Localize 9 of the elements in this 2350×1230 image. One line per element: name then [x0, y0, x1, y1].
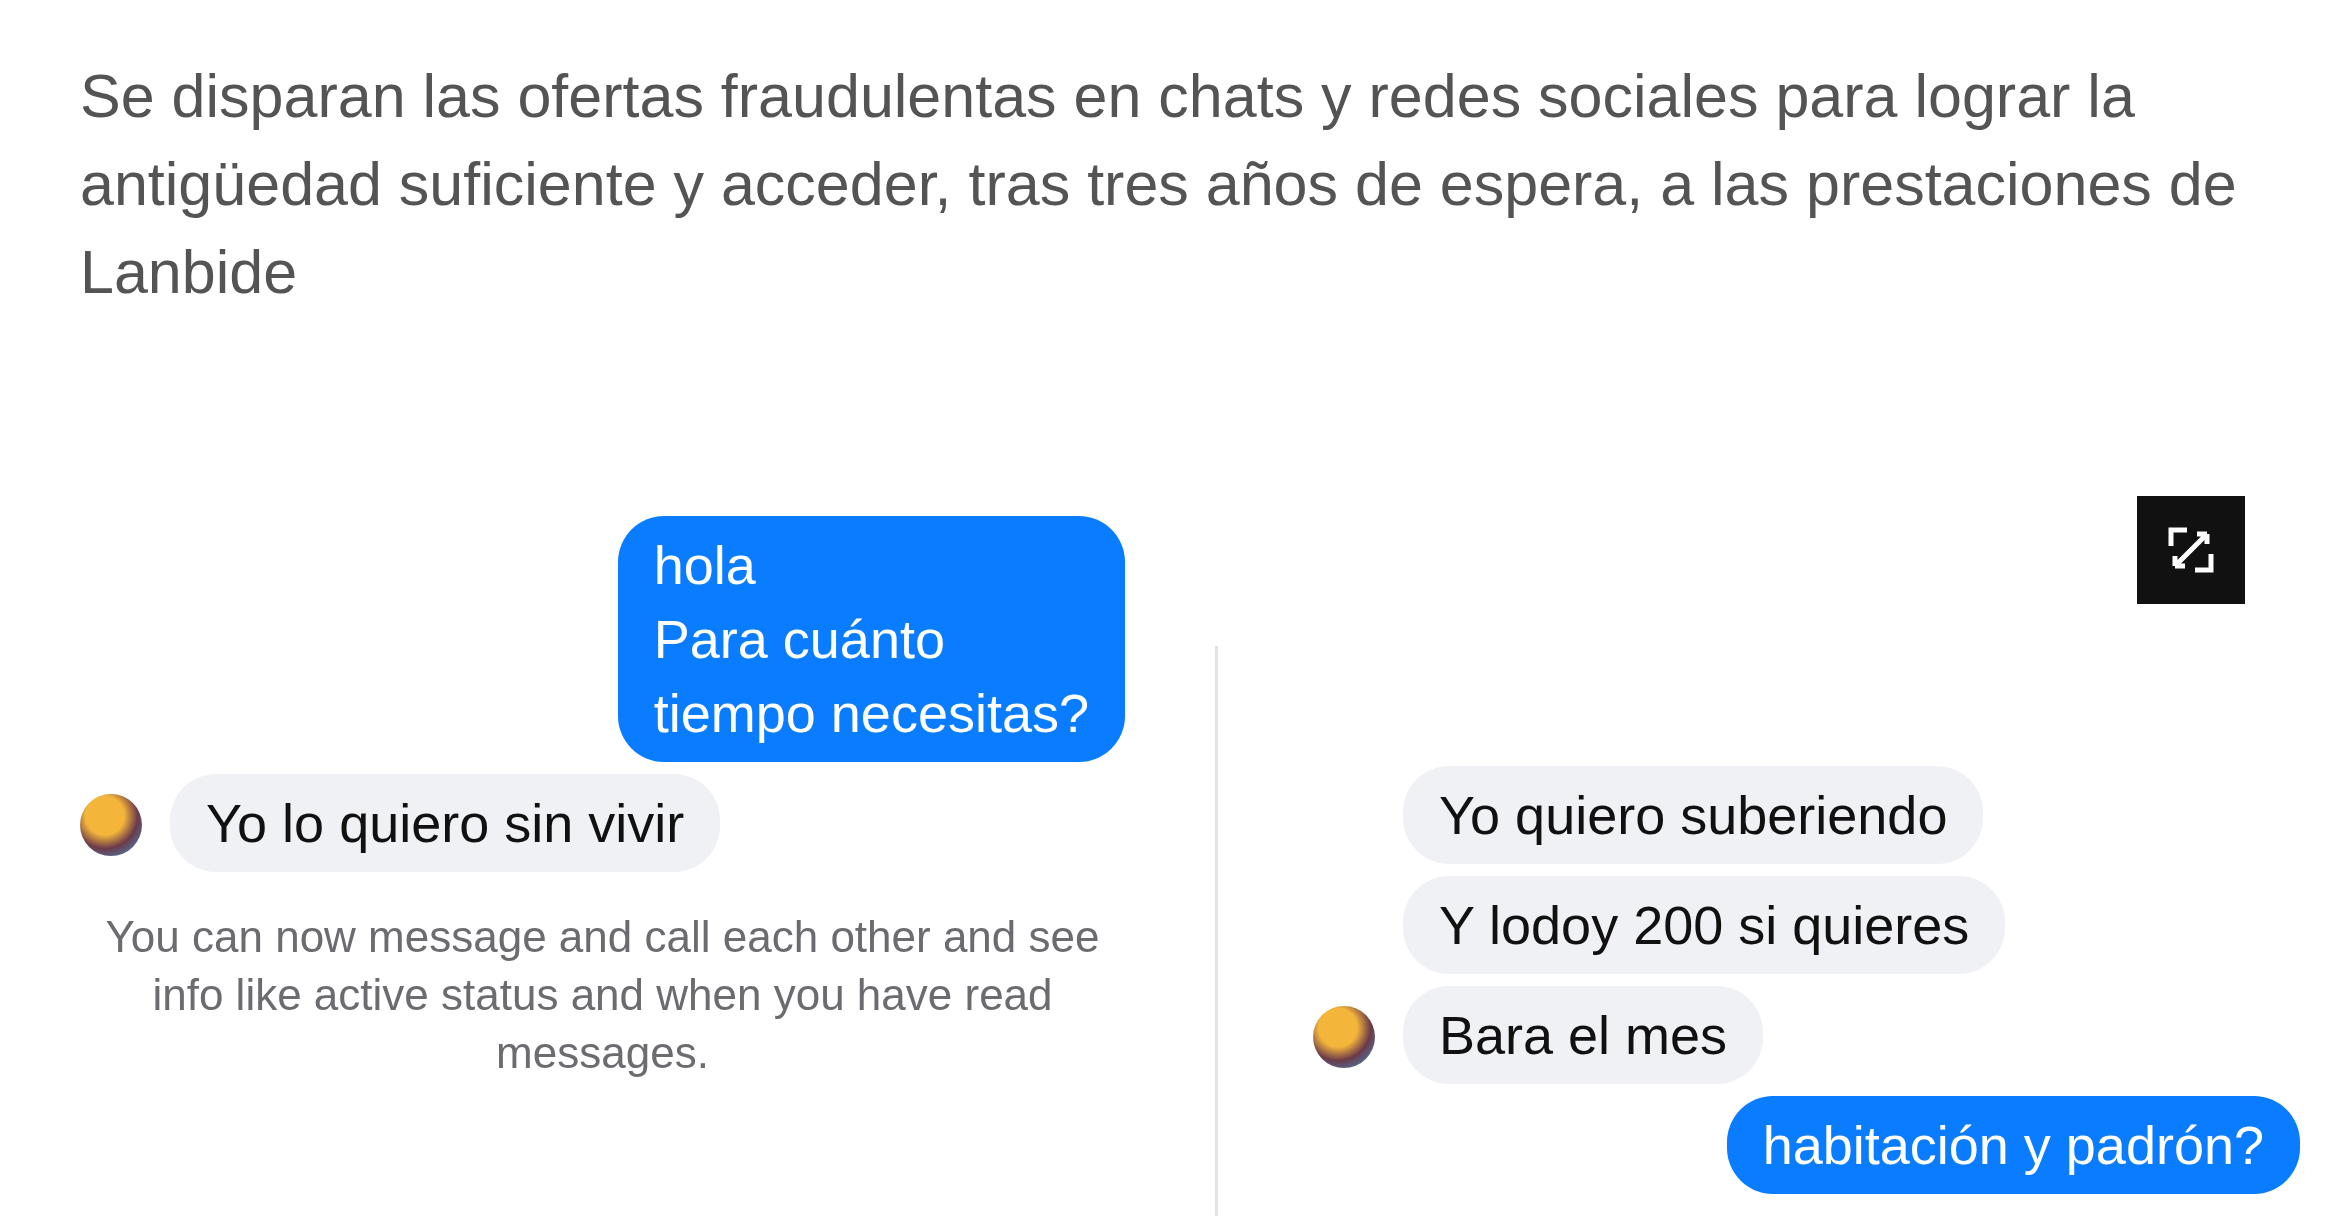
message-bubble: Yo lo quiero sin vivir	[170, 774, 721, 872]
message-bubble: habitación y padrón?	[1726, 1096, 2300, 1194]
info-notice: You can now message and call each other and see info like active status and when you have read messages.	[104, 911, 1101, 1079]
message-bubble: hola Para cuánto tiempo necesitas?	[617, 516, 1125, 762]
message-bubble: Yo quiero suberiendo	[1403, 766, 1984, 864]
message-bubble: Bara el mes	[1403, 986, 1764, 1084]
message-bubble: Y lodoy 200 si quieres	[1403, 876, 2006, 974]
expand-button[interactable]	[2137, 496, 2245, 604]
article-subtitle: Se disparan las ofertas fraudulentas en chats y redes sociales para lograr la antigüedad suficiente y acceder, tras tres años de espera, a las prestaciones de Lanbide	[79, 61, 2238, 308]
